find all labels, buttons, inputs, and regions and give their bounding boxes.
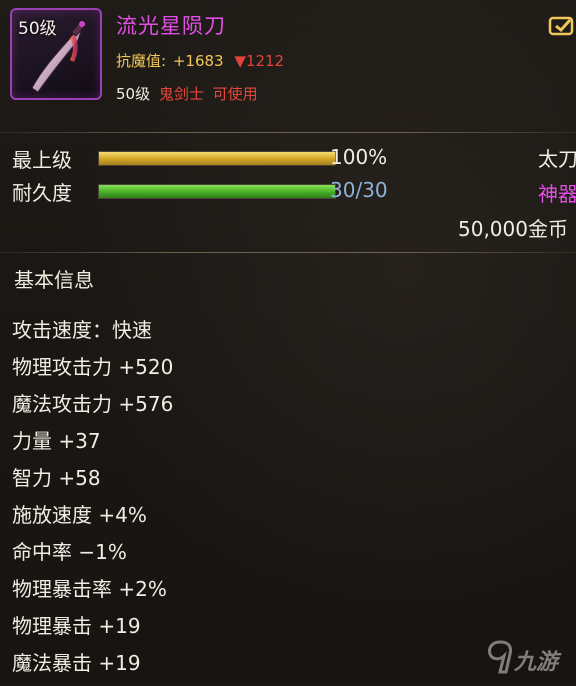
magic-resist-label: 抗魔值: xyxy=(116,52,167,70)
watermark: 九游 xyxy=(486,638,576,678)
stat-physical-crit: 物理暴击 +19 xyxy=(12,614,141,638)
weapon-type: 太刀 xyxy=(538,147,576,171)
stat-intelligence: 智力 +58 xyxy=(12,466,101,490)
header-divider xyxy=(0,132,576,133)
stat-attack-speed: 攻击速度：快速 xyxy=(12,318,152,342)
item-tooltip-panel: 50级 流光星陨刀 抗魔值: +1683 ▼1212 50级 鬼剑士 可使用 最… xyxy=(0,0,576,682)
usable-status: 可使用 xyxy=(212,85,258,103)
requirement-row: 50级 鬼剑士 可使用 xyxy=(116,83,258,104)
info-divider xyxy=(0,252,576,253)
grade-bar-label: 最上级 xyxy=(12,148,72,172)
item-price: 50,000金币 xyxy=(458,217,568,241)
compare-icon[interactable] xyxy=(548,14,576,38)
grade-bar-value: 100% xyxy=(330,145,388,169)
stat-list: 攻击速度：快速 物理攻击力 +520 魔法攻击力 +576 力量 +37 智力 … xyxy=(12,316,173,686)
stat-hit-rate: 命中率 −1% xyxy=(12,540,127,564)
stat-cast-speed: 施放速度 +4% xyxy=(12,503,147,527)
stat-magic-attack: 魔法攻击力 +576 xyxy=(12,392,174,416)
durability-bar-row: 耐久度 30/30 xyxy=(12,177,432,205)
durability-bar-fill xyxy=(99,185,335,198)
grade-bar-fill xyxy=(99,152,335,165)
item-name: 流光星陨刀 xyxy=(116,14,226,38)
item-icon-slot[interactable]: 50级 xyxy=(10,8,102,100)
nine-game-logo-icon xyxy=(488,640,512,674)
durability-bar-label: 耐久度 xyxy=(12,181,72,205)
grade-bar-row: 最上级 100% xyxy=(12,144,432,172)
watermark-text: 九游 xyxy=(514,650,559,675)
magic-resist-value: +1683 xyxy=(172,52,224,70)
required-class: 鬼剑士 xyxy=(158,85,204,103)
stat-physical-crit-rate: 物理暴击率 +2% xyxy=(12,577,167,601)
magic-resist-row: 抗魔值: +1683 ▼1212 xyxy=(116,50,284,71)
magic-resist-drop: ▼1212 xyxy=(234,52,285,70)
durability-bar-track xyxy=(98,184,336,199)
stat-magic-crit: 魔法暴击 +19 xyxy=(12,651,141,675)
durability-bar-value: 30/30 xyxy=(330,178,388,202)
grade-bar-track xyxy=(98,151,336,166)
item-level-badge: 50级 xyxy=(18,19,57,39)
item-rarity: 神器 xyxy=(538,182,576,206)
required-level: 50级 xyxy=(116,85,151,103)
section-title-basic-info: 基本信息 xyxy=(14,268,94,292)
stat-strength: 力量 +37 xyxy=(12,429,101,453)
stat-physical-attack: 物理攻击力 +520 xyxy=(12,355,174,379)
